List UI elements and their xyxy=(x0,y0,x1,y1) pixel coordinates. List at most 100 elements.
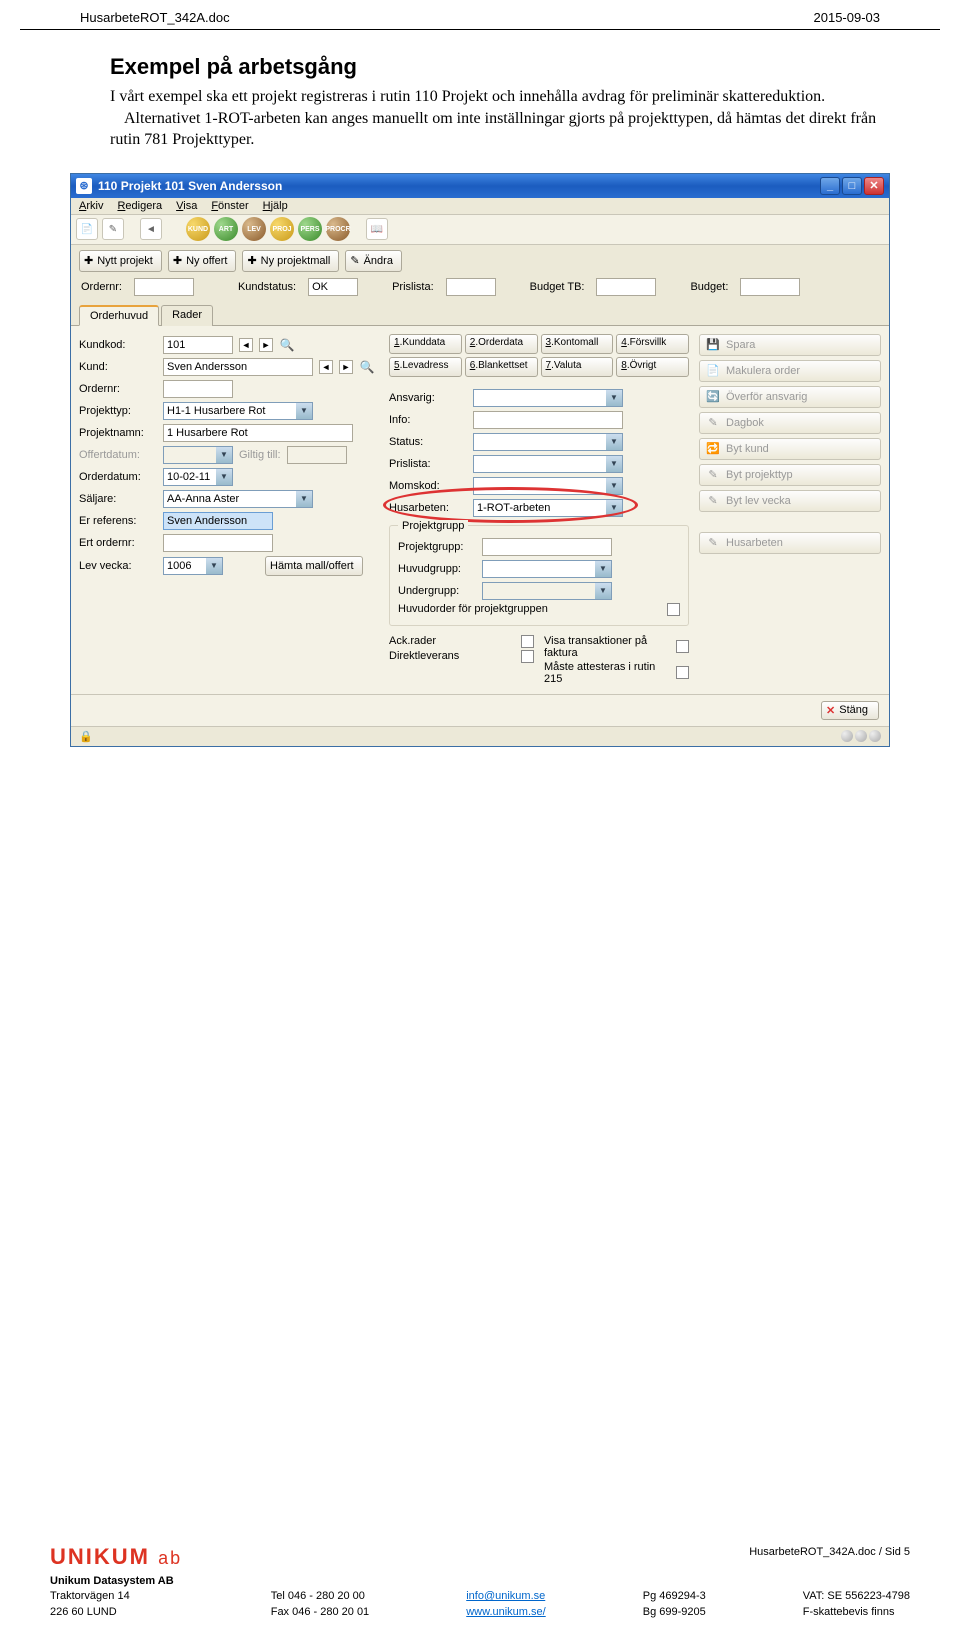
cat-orderdata[interactable]: 2.Orderdata xyxy=(465,334,538,354)
menu-redigera[interactable]: Redigera xyxy=(117,200,162,212)
andra-button[interactable]: ✎Ändra xyxy=(345,250,402,272)
side-bytlev[interactable]: ✎Byt lev vecka xyxy=(699,490,881,512)
visatrans-checkbox[interactable] xyxy=(676,640,689,653)
kundkod-input[interactable] xyxy=(163,336,233,354)
footer-web-link[interactable]: www.unikum.se/ xyxy=(466,1606,545,1618)
tabs: Orderhuvud Rader xyxy=(71,304,889,326)
masteatt-checkbox[interactable] xyxy=(676,666,689,679)
cat-valuta[interactable]: 7.Valuta xyxy=(541,357,614,377)
toolbar-icon-doc[interactable]: 📄 xyxy=(76,218,98,240)
projekttyp-select[interactable]: H1-1 Husarbere Rot▼ xyxy=(163,402,313,420)
erref-input[interactable] xyxy=(163,512,273,530)
dropdown-arrow-icon: ▼ xyxy=(606,500,622,516)
ordernr-input2[interactable] xyxy=(163,380,233,398)
orderline: Ordernr: Kundstatus: Prislista: Budget T… xyxy=(71,277,889,302)
search-icon[interactable]: 🔍 xyxy=(359,359,375,375)
saljare-select[interactable]: AA-Anna Aster▼ xyxy=(163,490,313,508)
info-input[interactable] xyxy=(473,411,623,429)
cat-forsvillk[interactable]: 4.Försvillk xyxy=(616,334,689,354)
next-button[interactable]: ► xyxy=(259,338,273,352)
minimize-button[interactable]: _ xyxy=(820,177,840,195)
cat-ovrigt[interactable]: 8.Övrigt xyxy=(616,357,689,377)
ertorder-input[interactable] xyxy=(163,534,273,552)
toolbar-circle-lev[interactable]: LEV xyxy=(242,217,266,241)
edit-icon: ✎ xyxy=(706,468,720,482)
next-button[interactable]: ► xyxy=(339,360,353,374)
kund-input[interactable] xyxy=(163,358,313,376)
kundstatus-input[interactable] xyxy=(308,278,358,296)
menubar: Arkiv Redigera Visa Fönster Hjälp xyxy=(71,198,889,215)
husarbeten-select[interactable]: 1-ROT-arbeten▼ xyxy=(473,499,623,517)
hamta-button[interactable]: Hämta mall/offert xyxy=(265,556,363,576)
toolbar-circle-art[interactable]: ART xyxy=(214,217,238,241)
side-makulera[interactable]: 📄Makulera order xyxy=(699,360,881,382)
doc-icon: 📄 xyxy=(706,364,720,378)
toolbar-icon-back[interactable]: ◄ xyxy=(140,218,162,240)
side-bytkund[interactable]: 🔁Byt kund xyxy=(699,438,881,460)
menu-arkiv[interactable]: Arkiv xyxy=(79,200,103,212)
projektnamn-input[interactable] xyxy=(163,424,353,442)
huvudorder-checkbox[interactable] xyxy=(667,603,680,616)
prislista-input[interactable] xyxy=(446,278,496,296)
tab-rader[interactable]: Rader xyxy=(161,305,213,326)
momskod-select[interactable]: ▼ xyxy=(473,477,623,495)
cat-blankettset[interactable]: 6.Blankettset xyxy=(465,357,538,377)
edit-icon: ✎ xyxy=(350,254,359,267)
orderdatum-select[interactable]: 10-02-11▼ xyxy=(163,468,233,486)
budget-input[interactable] xyxy=(740,278,800,296)
nytt-projekt-button[interactable]: ✚Nytt projekt xyxy=(79,250,162,272)
side-bytproj[interactable]: ✎Byt projekttyp xyxy=(699,464,881,486)
ordernr-input[interactable] xyxy=(134,278,194,296)
side-bytkund-label: Byt kund xyxy=(726,443,769,455)
prislista-select[interactable]: ▼ xyxy=(473,455,623,473)
toolbar-circle-prov[interactable]: PROCR xyxy=(326,217,350,241)
side-spara[interactable]: 💾Spara xyxy=(699,334,881,356)
maximize-button[interactable]: □ xyxy=(842,177,862,195)
side-dagbok[interactable]: ✎Dagbok xyxy=(699,412,881,434)
toolbar-circle-pers[interactable]: PERS xyxy=(298,217,322,241)
side-overfor[interactable]: 🔄Överför ansvarig xyxy=(699,386,881,408)
dropdown-arrow-icon: ▼ xyxy=(606,434,622,450)
side-husarbeten[interactable]: ✎Husarbeten xyxy=(699,532,881,554)
close-button[interactable]: ✕ xyxy=(864,177,884,195)
menu-visa[interactable]: Visa xyxy=(176,200,197,212)
ansvarig-select[interactable]: ▼ xyxy=(473,389,623,407)
dropdown-arrow-icon: ▼ xyxy=(216,447,232,463)
footer-fskatt: F-skattebevis finns xyxy=(803,1605,910,1620)
projektgrupp-input[interactable] xyxy=(482,538,612,556)
momskod-label: Momskod: xyxy=(389,480,467,492)
levvecka-select[interactable]: 1006▼ xyxy=(163,557,223,575)
ny-projektmall-button[interactable]: ✚Ny projektmall xyxy=(242,250,339,272)
app-window: ⊛ 110 Projekt 101 Sven Andersson _ □ ✕ A… xyxy=(70,173,890,747)
ny-projektmall-label: Ny projektmall xyxy=(261,255,331,267)
toolbar-circle-kund[interactable]: KUND xyxy=(186,217,210,241)
menu-hjalp[interactable]: Hjälp xyxy=(263,200,288,212)
dropdown-arrow-icon: ▼ xyxy=(606,456,622,472)
kundkod-label: Kundkod: xyxy=(79,339,157,351)
projekttyp-value: H1-1 Husarbere Rot xyxy=(167,405,265,417)
direktlev-checkbox[interactable] xyxy=(521,650,534,663)
kundstatus-label: Kundstatus: xyxy=(238,281,296,293)
stang-button[interactable]: ✕Stäng xyxy=(821,701,879,720)
toolbar-icon-edit[interactable]: ✎ xyxy=(102,218,124,240)
budgettb-input[interactable] xyxy=(596,278,656,296)
toolbar-circle-proj[interactable]: PROJ xyxy=(270,217,294,241)
menu-fonster[interactable]: Fönster xyxy=(211,200,248,212)
huvudgrupp-select[interactable]: ▼ xyxy=(482,560,612,578)
footer-vat: VAT: SE 556223-4798 xyxy=(803,1589,910,1604)
ny-offert-button[interactable]: ✚Ny offert xyxy=(168,250,237,272)
cat-levadress[interactable]: 5.Levadress xyxy=(389,357,462,377)
toolbar-icon-book[interactable]: 📖 xyxy=(366,218,388,240)
ackrader-checkbox[interactable] xyxy=(521,635,534,648)
transfer-icon: 🔄 xyxy=(706,390,720,404)
cat-kontomall[interactable]: 3.Kontomall xyxy=(541,334,614,354)
edit-icon: ✎ xyxy=(706,416,720,430)
prev-button[interactable]: ◄ xyxy=(239,338,253,352)
prev-button[interactable]: ◄ xyxy=(319,360,333,374)
footer-mail-link[interactable]: info@unikum.se xyxy=(466,1590,545,1602)
footer-col-giro: Pg 469294-3 Bg 699-9205 xyxy=(643,1574,706,1620)
cat-kunddata[interactable]: 1.Kunddata xyxy=(389,334,462,354)
search-icon[interactable]: 🔍 xyxy=(279,337,295,353)
status-select[interactable]: ▼ xyxy=(473,433,623,451)
tab-orderhuvud[interactable]: Orderhuvud xyxy=(79,305,159,326)
